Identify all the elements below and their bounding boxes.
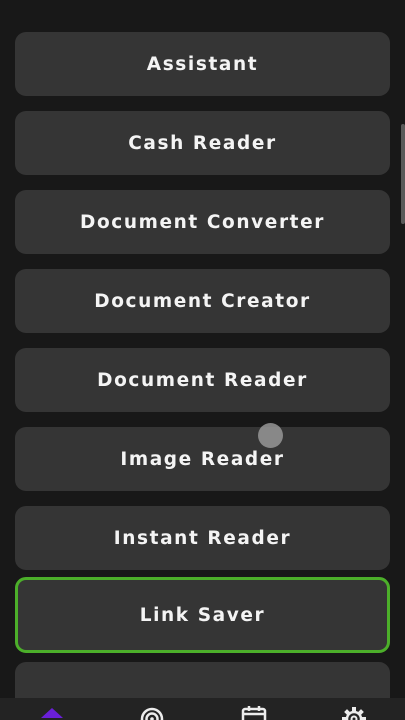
menu-item-image-reader[interactable]: Image Reader [15, 427, 390, 491]
gear-icon[interactable] [339, 704, 369, 720]
menu-item-label: Link Saver [139, 604, 266, 626]
menu-item-label: Cash Reader [128, 132, 277, 154]
home-icon[interactable] [37, 704, 67, 720]
menu-item-label: Image Reader [120, 448, 285, 470]
bottom-navigation [0, 698, 405, 720]
menu-item-assistant[interactable]: Assistant [15, 32, 390, 96]
menu-item-cash-reader[interactable]: Cash Reader [15, 111, 390, 175]
menu-item-document-converter[interactable]: Document Converter [15, 190, 390, 254]
touch-indicator [258, 423, 283, 448]
menu-item-instant-reader[interactable]: Instant Reader [15, 506, 390, 570]
menu-item-label: Document Creator [94, 290, 311, 312]
menu-item-document-reader[interactable]: Document Reader [15, 348, 390, 412]
menu-item-label: Instant Reader [113, 527, 292, 549]
menu-item-label: Document Reader [97, 369, 308, 391]
menu-item-link-saver[interactable]: Link Saver [15, 577, 390, 653]
menu-item-next[interactable] [15, 662, 390, 698]
scrollbar[interactable] [401, 124, 405, 224]
tools-menu-list: Assistant Cash Reader Document Converter… [0, 0, 405, 698]
menu-item-label: Document Converter [80, 211, 325, 233]
radar-icon[interactable] [137, 704, 167, 720]
menu-item-label: Assistant [146, 53, 259, 75]
menu-item-document-creator[interactable]: Document Creator [15, 269, 390, 333]
calendar-icon[interactable] [239, 704, 269, 720]
